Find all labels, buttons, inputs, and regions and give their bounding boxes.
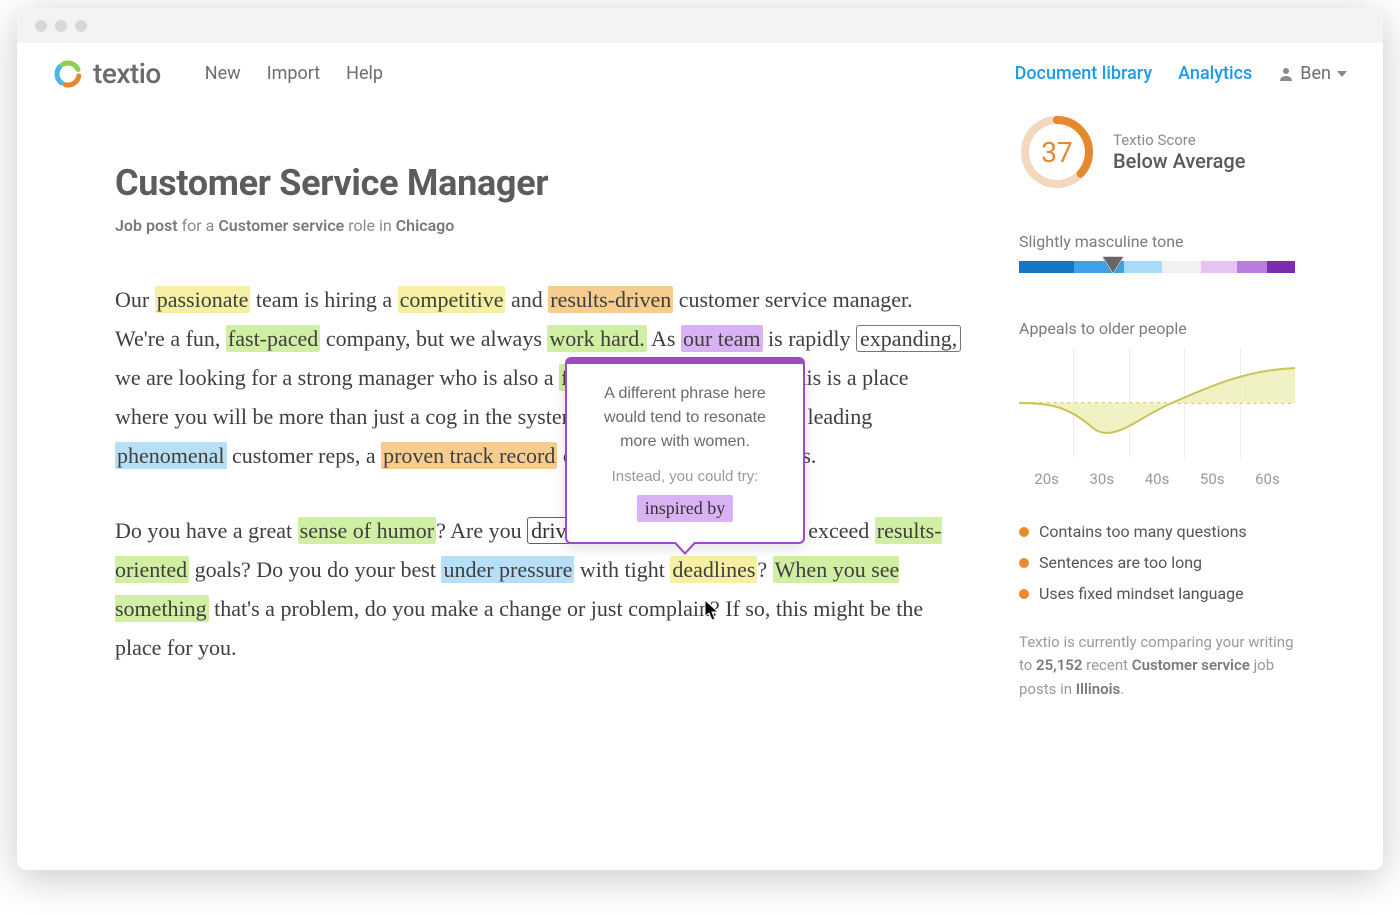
meta-role: Customer service: [218, 216, 344, 235]
window-dot: [35, 20, 47, 32]
tone-marker-icon: [1103, 258, 1123, 274]
user-menu[interactable]: Ben: [1278, 63, 1347, 84]
tone-label: Slightly masculine tone: [1019, 232, 1295, 251]
score-ring: 37: [1019, 114, 1095, 190]
hl-competitive[interactable]: competitive: [398, 286, 506, 313]
user-name: Ben: [1300, 63, 1331, 84]
window-titlebar: [17, 8, 1383, 43]
tooltip-subtext: Instead, you could try:: [585, 468, 785, 485]
hl-fast-paced[interactable]: fast-paced: [226, 325, 320, 352]
bullet-icon: [1019, 527, 1029, 537]
window-dot: [75, 20, 87, 32]
nav-analytics[interactable]: Analytics: [1178, 63, 1252, 84]
nav-import[interactable]: Import: [267, 63, 320, 84]
insights-sidebar: 37 Textio Score Below Average Slightly m…: [995, 114, 1295, 860]
doc-title[interactable]: Customer Service Manager: [115, 162, 995, 204]
meta-jobpost: Job post: [115, 216, 178, 235]
chevron-down-icon: [1337, 71, 1347, 77]
hl-phenomenal[interactable]: phenomenal: [115, 442, 227, 469]
score-block: 37 Textio Score Below Average: [1019, 114, 1295, 190]
nav-new[interactable]: New: [205, 63, 241, 84]
tone-meter: [1019, 261, 1295, 279]
meta-location: Chicago: [396, 216, 455, 235]
hl-expanding[interactable]: expanding,: [856, 325, 961, 352]
logo-icon: [53, 59, 83, 89]
score-value: 37: [1019, 114, 1095, 190]
age-axis-labels: 20s 30s 40s 50s 60s: [1019, 470, 1295, 488]
nav-help[interactable]: Help: [346, 63, 383, 84]
doc-body[interactable]: Our passionate team is hiring a competit…: [115, 281, 965, 667]
hl-our-team[interactable]: our team: [681, 325, 763, 352]
age-chart: [1019, 348, 1295, 458]
brand-logo[interactable]: textio: [53, 57, 161, 90]
person-icon: [1278, 66, 1294, 82]
app-window: textio New Import Help Document library …: [17, 8, 1383, 870]
score-label-big: Below Average: [1113, 149, 1245, 173]
bullet-icon: [1019, 589, 1029, 599]
paragraph-2[interactable]: Do you have a great sense of humor? Are …: [115, 512, 965, 668]
tooltip-body: A different phrase here would tend to re…: [585, 382, 785, 454]
editor-pane[interactable]: Customer Service Manager Job post for a …: [115, 162, 995, 860]
hl-work-hard[interactable]: work hard.: [547, 325, 646, 352]
hl-sense-of-humor[interactable]: sense of humor: [298, 517, 436, 544]
hl-proven-track[interactable]: proven track record: [381, 442, 557, 469]
issue-item[interactable]: Contains too many questions: [1019, 522, 1295, 541]
tooltip-suggestion[interactable]: inspired by: [637, 495, 734, 522]
score-label-small: Textio Score: [1113, 131, 1245, 149]
brand-name: textio: [93, 57, 161, 90]
hl-passionate[interactable]: passionate: [155, 286, 251, 313]
top-nav: textio New Import Help Document library …: [17, 43, 1383, 100]
issue-item[interactable]: Sentences are too long: [1019, 553, 1295, 572]
age-label: Appeals to older people: [1019, 319, 1295, 338]
issue-list: Contains too many questions Sentences ar…: [1019, 522, 1295, 603]
issue-item[interactable]: Uses fixed mindset language: [1019, 584, 1295, 603]
hl-under-pressure[interactable]: under pressure: [441, 556, 574, 583]
nav-document-library[interactable]: Document library: [1015, 63, 1153, 84]
content-area: Customer Service Manager Job post for a …: [17, 100, 1383, 870]
bullet-icon: [1019, 558, 1029, 568]
suggestion-tooltip[interactable]: A different phrase here would tend to re…: [565, 357, 805, 544]
paragraph-1[interactable]: Our passionate team is hiring a competit…: [115, 281, 965, 476]
hl-deadlines[interactable]: deadlines: [670, 556, 757, 583]
doc-meta: Job post for a Customer service role in …: [115, 216, 995, 235]
hl-results-driven[interactable]: results-driven: [548, 286, 673, 313]
window-dot: [55, 20, 67, 32]
comparison-note: Textio is currently comparing your writi…: [1019, 631, 1295, 701]
